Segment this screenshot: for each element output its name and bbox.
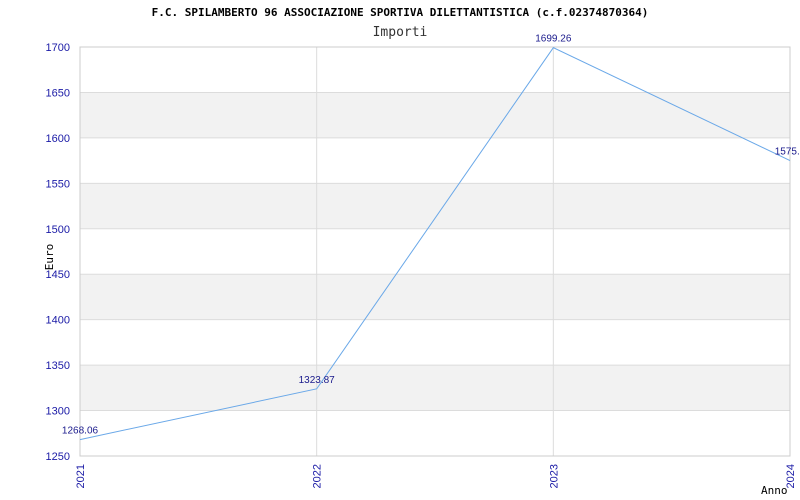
x-tick-label: 2023 bbox=[548, 464, 560, 488]
grid-band bbox=[80, 365, 790, 411]
data-label: 1268.06 bbox=[62, 426, 99, 437]
grid-band bbox=[80, 410, 790, 456]
y-tick-label: 1650 bbox=[46, 87, 70, 99]
data-label: 1575.1 bbox=[775, 147, 800, 158]
y-tick-label: 1550 bbox=[46, 178, 70, 190]
grid-band bbox=[80, 319, 790, 366]
grid-band bbox=[80, 47, 790, 93]
y-tick-label: 1350 bbox=[46, 360, 70, 372]
y-tick-label: 1500 bbox=[46, 224, 70, 236]
grid-bands bbox=[80, 47, 790, 456]
grid-band bbox=[80, 274, 790, 320]
line-chart: 1250130013501400145015001550160016501700… bbox=[43, 34, 800, 497]
grid-band bbox=[80, 228, 790, 275]
y-tick-label: 1400 bbox=[46, 315, 70, 327]
y-tick-label: 1600 bbox=[46, 133, 70, 145]
x-tick-label: 2022 bbox=[312, 464, 324, 488]
grid-band bbox=[80, 92, 790, 138]
grid-band bbox=[80, 183, 790, 229]
x-tick-label: 2021 bbox=[75, 464, 87, 488]
x-axis-ticks: 2021 2022 2023 2024 bbox=[75, 464, 797, 488]
y-axis-label: Euro bbox=[43, 244, 56, 271]
y-tick-label: 1250 bbox=[46, 451, 70, 463]
grid-band bbox=[80, 137, 790, 184]
y-tick-label: 1700 bbox=[46, 42, 70, 54]
x-axis-label: Anno bbox=[761, 484, 788, 497]
data-label: 1699.26 bbox=[535, 34, 572, 45]
data-label: 1323.87 bbox=[299, 375, 336, 386]
y-tick-label: 1300 bbox=[46, 406, 70, 418]
